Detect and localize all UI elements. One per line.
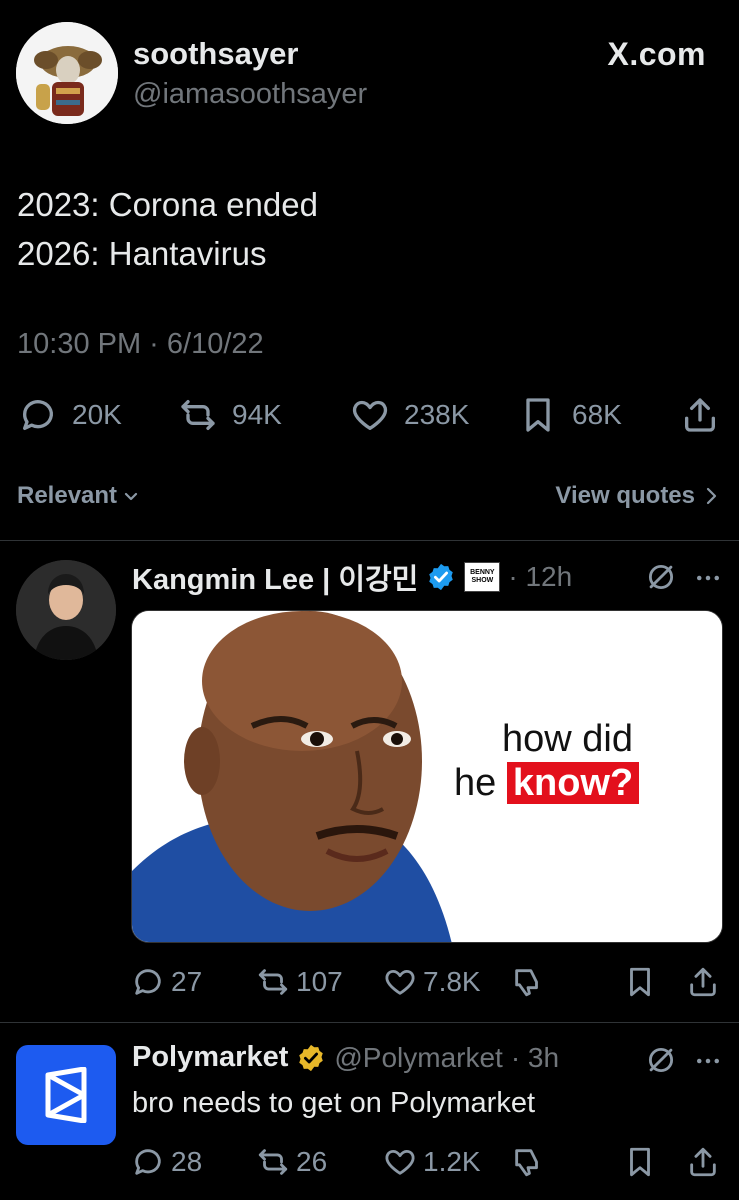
reply-media-image[interactable]: how did he know? bbox=[131, 610, 723, 943]
author-handle[interactable]: @iamasoothsayer bbox=[133, 78, 367, 111]
reply-avatar-kangmin[interactable] bbox=[16, 560, 116, 660]
sort-label: Relevant bbox=[17, 482, 118, 509]
like-button[interactable]: 7.8K bbox=[383, 960, 481, 1004]
chevron-right-icon bbox=[706, 487, 717, 505]
divider bbox=[0, 540, 739, 541]
repost-icon bbox=[258, 1149, 288, 1175]
like-button[interactable]: 238K bbox=[350, 388, 469, 442]
share-button[interactable] bbox=[686, 960, 720, 1004]
share-icon bbox=[685, 398, 715, 432]
share-button[interactable] bbox=[680, 388, 720, 442]
share-button[interactable] bbox=[686, 1140, 720, 1184]
view-quotes-label: View quotes bbox=[555, 482, 695, 509]
like-count: 238K bbox=[404, 399, 470, 430]
reply-actions: 27 107 7.8K bbox=[131, 960, 726, 1004]
repost-count: 94K bbox=[232, 399, 282, 430]
bookmark-icon bbox=[526, 398, 550, 432]
affiliate-badge: BENNY SHOW bbox=[464, 562, 501, 592]
heart-icon bbox=[385, 1149, 415, 1175]
tweet-line-1: 2023: Corona ended bbox=[17, 186, 318, 223]
reply-avatar-polymarket[interactable] bbox=[16, 1045, 116, 1145]
meme-caption-highlight: know? bbox=[506, 762, 640, 804]
repost-icon bbox=[258, 969, 288, 995]
reply-icon bbox=[135, 1149, 161, 1175]
like-count: 1.2K bbox=[423, 1146, 481, 1177]
bookmark-icon bbox=[630, 967, 650, 997]
grok-icon[interactable] bbox=[644, 560, 678, 594]
reply-icon bbox=[23, 400, 53, 430]
view-quotes-link[interactable]: View quotes bbox=[555, 482, 717, 510]
reply-header: Kangmin Lee | 이강민 BENNY SHOW · 12h bbox=[132, 556, 572, 598]
avatar-image bbox=[16, 560, 116, 660]
reply-actions: 28 26 1.2K bbox=[131, 1140, 726, 1184]
thumbs-down-icon bbox=[515, 969, 538, 997]
sort-dropdown[interactable]: Relevant bbox=[17, 482, 139, 510]
meme-caption: how did he know? bbox=[454, 717, 640, 805]
share-icon bbox=[690, 967, 716, 997]
thumbs-down-icon bbox=[515, 1149, 538, 1177]
repost-button[interactable]: 94K bbox=[178, 388, 282, 442]
author-name[interactable]: soothsayer bbox=[133, 36, 298, 72]
bookmark-button[interactable] bbox=[623, 1140, 657, 1184]
dislike-button[interactable] bbox=[511, 1140, 545, 1184]
grok-icon[interactable] bbox=[644, 1043, 678, 1077]
reply-author-name[interactable]: Kangmin Lee | 이강민 bbox=[132, 556, 418, 598]
reply-button[interactable]: 28 bbox=[131, 1140, 202, 1184]
share-icon bbox=[690, 1147, 716, 1177]
tweet-line-2: 2026: Hantavirus bbox=[17, 235, 267, 272]
tweet-actions: 20K 94K 238K 68K bbox=[0, 388, 739, 442]
reply-button[interactable]: 20K bbox=[18, 388, 122, 442]
dislike-button[interactable] bbox=[511, 960, 545, 1004]
repost-icon bbox=[181, 400, 215, 430]
author-avatar-image bbox=[16, 22, 118, 124]
repost-button[interactable]: 26 bbox=[256, 1140, 327, 1184]
like-count: 7.8K bbox=[423, 966, 481, 997]
author-avatar[interactable] bbox=[16, 22, 118, 124]
reply-count: 27 bbox=[171, 966, 203, 997]
tweet-text: 2023: Corona ended 2026: Hantavirus bbox=[17, 180, 318, 278]
reply-author-handle[interactable]: @Polymarket bbox=[334, 1042, 502, 1074]
bookmark-button[interactable] bbox=[623, 960, 657, 1004]
verified-badge-icon bbox=[429, 563, 454, 591]
verified-gold-badge-icon bbox=[299, 1044, 324, 1071]
chevron-down-icon bbox=[124, 492, 138, 501]
meme-caption-he: he bbox=[454, 762, 497, 804]
reply-time[interactable]: · 12h bbox=[508, 561, 572, 593]
reply-header: Polymarket @Polymarket · 3h bbox=[132, 1041, 559, 1074]
tweet-timestamp[interactable]: 10:30 PM · 6/10/22 bbox=[17, 328, 264, 361]
affiliate-badge-text: BENNY SHOW bbox=[470, 569, 495, 584]
repost-button[interactable]: 107 bbox=[256, 960, 343, 1004]
bookmark-count: 68K bbox=[572, 399, 622, 430]
meme-caption-line1: how did bbox=[502, 718, 633, 760]
polymarket-logo-icon bbox=[45, 1067, 87, 1123]
heart-icon bbox=[385, 969, 415, 995]
heart-icon bbox=[352, 400, 388, 430]
reply-count: 20K bbox=[72, 399, 122, 430]
repost-count: 26 bbox=[296, 1146, 328, 1177]
bookmark-icon bbox=[630, 1147, 650, 1177]
bookmark-button[interactable]: 68K bbox=[518, 388, 622, 442]
more-options-icon[interactable] bbox=[693, 1046, 723, 1076]
xcom-watermark: X.com bbox=[607, 36, 706, 72]
reply-author-name[interactable]: Polymarket bbox=[132, 1041, 288, 1074]
reply-button[interactable]: 27 bbox=[131, 960, 202, 1004]
meme-caption-line2: he know? bbox=[454, 761, 640, 805]
reply-text: bro needs to get on Polymarket bbox=[132, 1087, 536, 1119]
reply-time[interactable]: · 3h bbox=[511, 1042, 559, 1074]
reply-icon bbox=[135, 969, 161, 995]
reply-count: 28 bbox=[171, 1146, 203, 1177]
repost-count: 107 bbox=[296, 966, 343, 997]
divider bbox=[0, 1022, 739, 1023]
like-button[interactable]: 1.2K bbox=[383, 1140, 481, 1184]
more-options-icon[interactable] bbox=[693, 563, 723, 593]
